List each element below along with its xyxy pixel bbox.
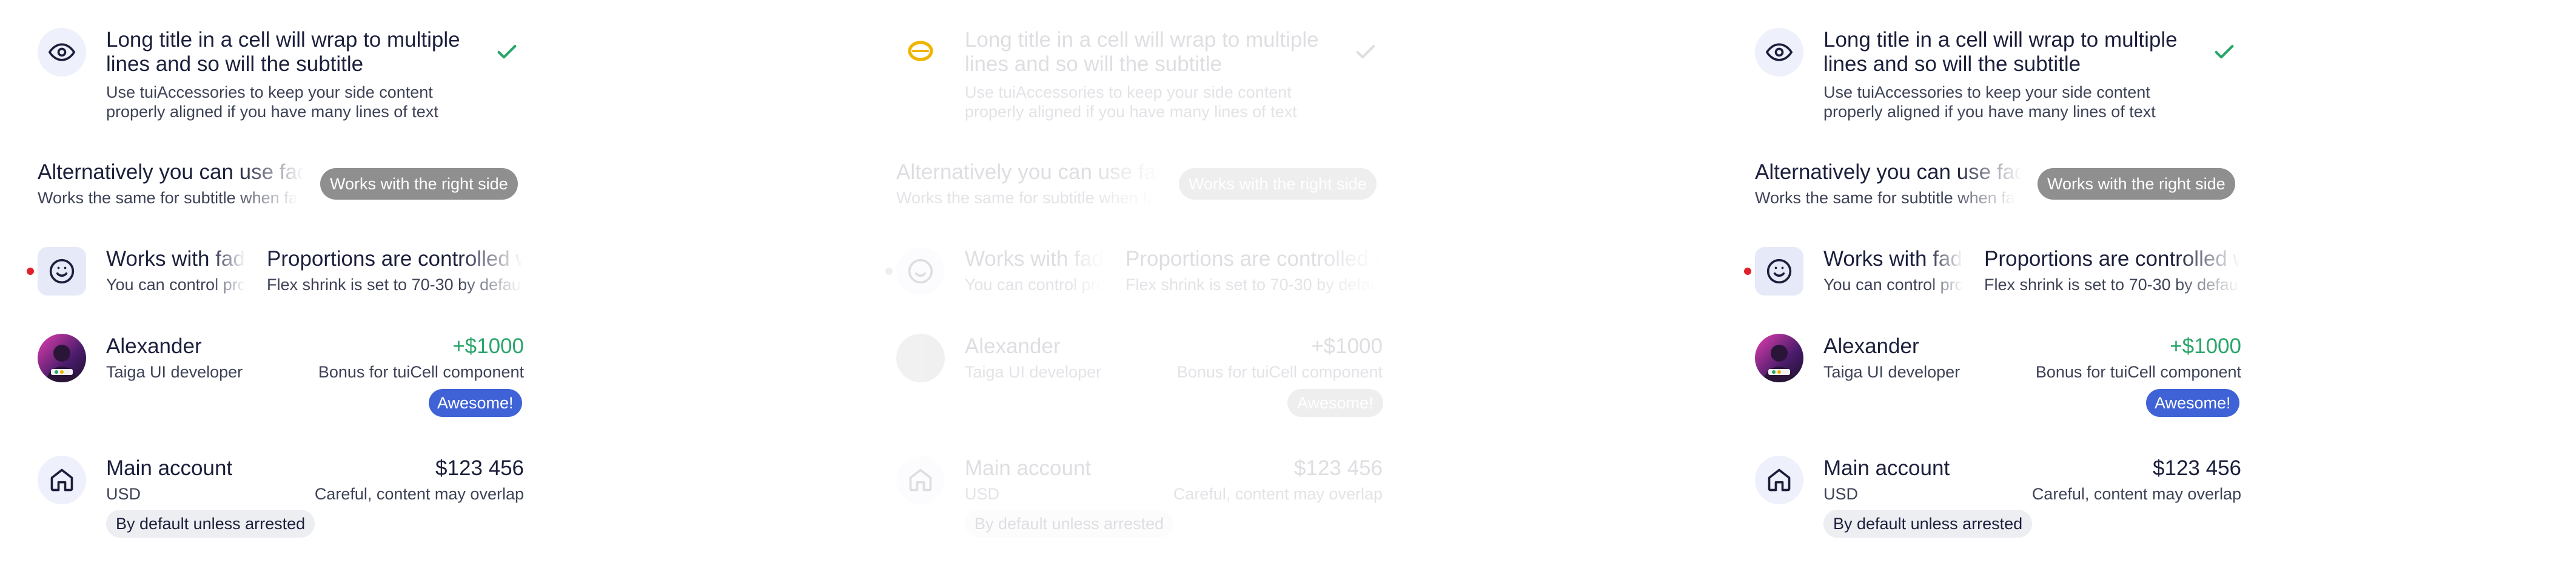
row5-title: Main account (965, 456, 1092, 480)
check-icon (2212, 40, 2236, 67)
row5-title: Main account (1823, 456, 1950, 480)
row5-amount: $123 456 (435, 456, 524, 480)
row1-subtitle-line2: properly aligned if you have many lines … (965, 103, 1297, 121)
row1-title: Long title in a cell will wrap to multip… (1823, 28, 2178, 52)
smile-icon (1755, 247, 1803, 296)
notification-dot (1744, 268, 1751, 275)
row5-subtitle: USD (106, 485, 141, 503)
avatar (38, 334, 86, 382)
row3-title: Works with fade (106, 247, 246, 271)
check-icon (495, 40, 519, 67)
row4-right-subtitle: Bonus for tuiCell component (2035, 363, 2241, 381)
row4-badge: Awesome! (429, 389, 522, 417)
eye-icon (1755, 28, 1803, 76)
row4-amount: +$1000 (2170, 334, 2241, 358)
smile-icon (896, 247, 945, 296)
row2-title: Alternatively you can use fade (1755, 160, 2022, 184)
cell-list: Long title in a cell will wrap to multip… (0, 0, 859, 568)
row4-amount: +$1000 (1311, 334, 1383, 358)
row1-title-line2: lines and so will the subtitle (106, 52, 364, 76)
row2-subtitle: Works the same for subtitle when fade is… (896, 189, 1157, 207)
row5-badge: By default unless arrested (106, 510, 315, 538)
row4-subtitle: Taiga UI developer (965, 363, 1102, 381)
row1-title-line2: lines and so will the subtitle (965, 52, 1223, 76)
row1-subtitle: Use tuiAccessories to keep your side con… (965, 83, 1292, 101)
row3-title: Works with fade (1823, 247, 1963, 271)
row3-right-title: Proportions are controlled with (1125, 247, 1381, 271)
row3-right-subtitle: Flex shrink is set to 70-30 by default (1984, 276, 2240, 294)
row4-title: Alexander (106, 334, 202, 358)
row3-subtitle: You can control proportions (1823, 276, 1963, 294)
row4-right-subtitle: Bonus for tuiCell component (318, 363, 524, 381)
smile-icon (38, 247, 86, 296)
row1-subtitle: Use tuiAccessories to keep your side con… (106, 83, 433, 101)
eye-icon (38, 28, 86, 76)
row1-subtitle: Use tuiAccessories to keep your side con… (1823, 83, 2150, 101)
row5-subtitle: USD (965, 485, 1000, 503)
row5-subtitle: USD (1823, 485, 1859, 503)
home-icon (896, 456, 945, 504)
row5-amount: $123 456 (2153, 456, 2241, 480)
row5-right-subtitle: Careful, content may overlap (2031, 485, 2241, 503)
row2-subtitle: Works the same for subtitle when fade is… (1755, 189, 2016, 207)
row5-title: Main account (106, 456, 233, 480)
row4-subtitle: Taiga UI developer (1823, 363, 1961, 381)
row2-title: Alternatively you can use fade (38, 160, 304, 184)
home-icon (1755, 456, 1803, 504)
row5-amount: $123 456 (1294, 456, 1383, 480)
row4-subtitle: Taiga UI developer (106, 363, 243, 381)
row4-amount: +$1000 (452, 334, 524, 358)
row2-badge: Works with the right side (320, 168, 518, 200)
notification-dot (885, 268, 893, 275)
row3-right-subtitle: Flex shrink is set to 70-30 by default (1125, 276, 1381, 294)
row4-right-subtitle: Bonus for tuiCell component (1176, 363, 1383, 381)
row5-badge: By default unless arrested (965, 510, 1174, 538)
cell-list: Long title in a cell will wrap to multip… (1717, 0, 2576, 568)
row3-right-subtitle: Flex shrink is set to 70-30 by default (267, 276, 523, 294)
avatar (896, 334, 945, 382)
row1-title: Long title in a cell will wrap to multip… (106, 28, 460, 52)
row4-badge: Awesome! (1287, 389, 1383, 417)
panel-left: Long title in a cell will wrap to multip… (0, 0, 859, 568)
row2-badge: Works with the right side (2038, 168, 2235, 200)
row3-right-title: Proportions are controlled with (1984, 247, 2240, 271)
row5-right-subtitle: Careful, content may overlap (314, 485, 524, 503)
notification-dot (27, 268, 34, 275)
row2-title: Alternatively you can use fade (896, 160, 1163, 184)
panel-middle-disabled: Long title in a cell will wrap to multip… (859, 0, 1717, 568)
row5-right-subtitle: Careful, content may overlap (1173, 485, 1383, 503)
row4-title: Alexander (1823, 334, 1919, 358)
check-icon (1353, 40, 1378, 67)
row5-badge: By default unless arrested (1823, 510, 2033, 538)
row1-subtitle-line2: properly aligned if you have many lines … (1823, 103, 2156, 121)
row3-subtitle: You can control proportions (965, 276, 1104, 294)
row1-title-line2: lines and so will the subtitle (1823, 52, 2081, 76)
row3-subtitle: You can control proportions (106, 276, 246, 294)
row2-subtitle: Works the same for subtitle when fade is… (38, 189, 298, 207)
row2-badge: Works with the right side (1179, 168, 1377, 200)
row1-title: Long title in a cell will wrap to multip… (965, 28, 1319, 52)
panel-right: Long title in a cell will wrap to multip… (1717, 0, 2576, 568)
row4-title: Alexander (965, 334, 1061, 358)
home-icon (38, 456, 86, 504)
row4-badge: Awesome! (2146, 389, 2239, 417)
row1-subtitle-line2: properly aligned if you have many lines … (106, 103, 438, 121)
cell-list: Long title in a cell will wrap to multip… (859, 0, 1717, 568)
stage: Long title in a cell will wrap to multip… (0, 0, 2576, 568)
loader-icon (906, 36, 935, 69)
avatar (1755, 334, 1803, 382)
row3-right-title: Proportions are controlled with (267, 247, 523, 271)
row3-title: Works with fade (965, 247, 1104, 271)
